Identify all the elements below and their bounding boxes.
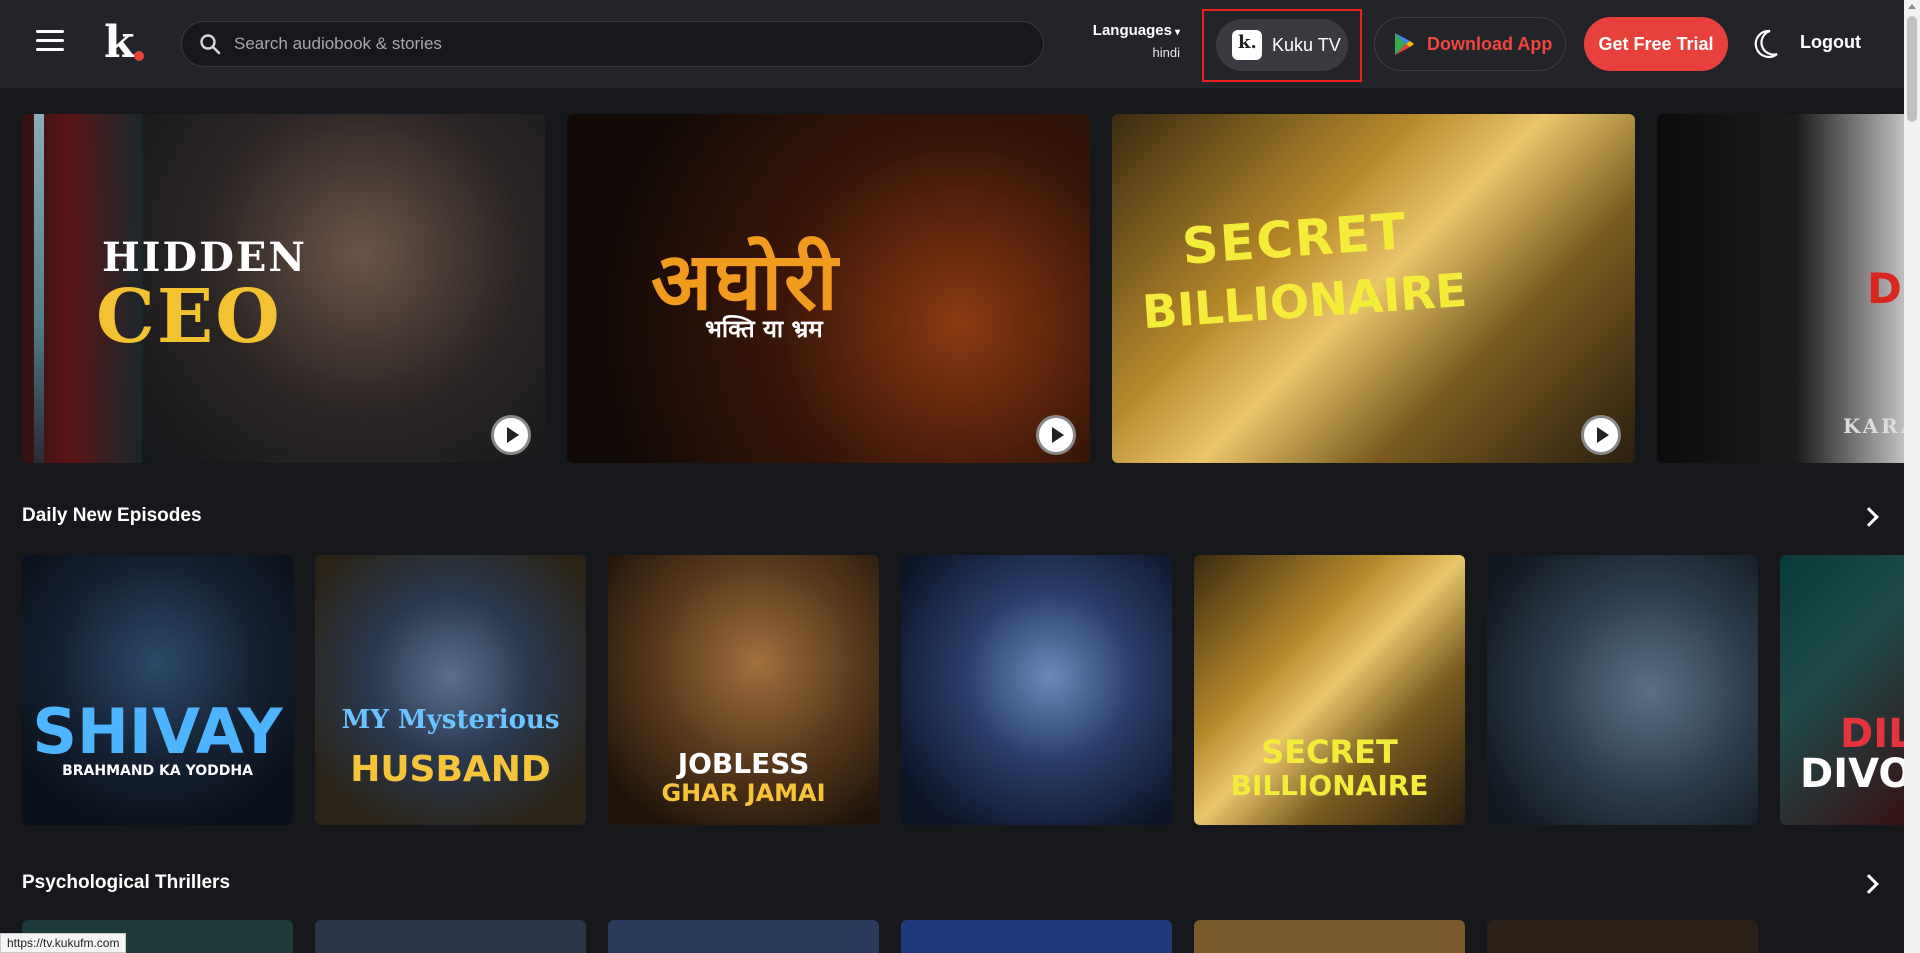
kuku-tv-icon xyxy=(1232,30,1262,60)
banner-carousel: HIDDEN CEO अघोरी भक्ति या भ्रम SECRET BI… xyxy=(22,114,1920,463)
logout-button[interactable]: Logout xyxy=(1800,32,1861,53)
language-selector[interactable]: Languages ▾ hindi xyxy=(1084,22,1180,60)
episode-card[interactable] xyxy=(1487,555,1758,825)
episode-title: SHIVAY xyxy=(32,695,283,768)
languages-label: Languages xyxy=(1092,22,1172,39)
search-bar[interactable] xyxy=(181,21,1044,67)
status-bar-url: https://tv.kukufm.com xyxy=(0,933,127,953)
kukufm-logo[interactable]: k xyxy=(104,20,144,66)
dark-mode-moon-icon[interactable] xyxy=(1752,28,1780,60)
story-card[interactable] xyxy=(315,920,586,953)
psychological-thrillers-row xyxy=(22,920,1758,953)
chevron-right-icon[interactable] xyxy=(1859,507,1879,527)
top-navbar: k Languages▾ hindi Kuku TV xyxy=(0,0,1904,88)
page: k Languages▾ hindi Kuku TV xyxy=(0,0,1920,953)
kuku-tv-label: Kuku TV xyxy=(1272,34,1341,55)
hamburger-menu-icon[interactable] xyxy=(36,30,64,54)
episode-card[interactable]: MY Mysterious HUSBAND xyxy=(315,555,586,825)
page-scrollbar[interactable] xyxy=(1904,0,1920,953)
chevron-right-icon[interactable] xyxy=(1859,874,1879,894)
story-card[interactable] xyxy=(1487,920,1758,953)
episode-subtitle: HUSBAND xyxy=(350,749,551,790)
search-icon xyxy=(200,34,221,55)
caret-down-icon: ▾ xyxy=(1174,27,1180,38)
language-value: hindi xyxy=(1152,45,1180,60)
section-title-psychological-thrillers: Psychological Thrillers xyxy=(22,872,231,893)
banner-title: SECRET xyxy=(1180,202,1410,276)
episode-card[interactable] xyxy=(901,555,1172,825)
play-icon[interactable] xyxy=(1036,415,1076,455)
banner-card[interactable]: अघोरी भक्ति या भ्रम xyxy=(567,114,1090,463)
story-card[interactable] xyxy=(901,920,1172,953)
download-app-label: Download App xyxy=(1427,33,1553,54)
get-free-trial-button[interactable]: Get Free Trial xyxy=(1584,17,1728,71)
episode-card[interactable]: SHIVAY BRAHMAND KA YODDHA xyxy=(22,555,293,825)
episode-subtitle: BRAHMAND KA YODDHA xyxy=(62,763,253,779)
episode-card[interactable]: DIL DIVO xyxy=(1780,555,1920,825)
episode-subtitle: BILLIONAIRE xyxy=(1230,769,1429,802)
scrollbar-thumb[interactable] xyxy=(1907,16,1917,122)
banner-card[interactable]: HIDDEN CEO xyxy=(22,114,545,463)
episode-subtitle: GHAR JAMAI xyxy=(661,779,826,807)
scroll-up-arrow-icon[interactable] xyxy=(1908,4,1916,9)
episode-title: SECRET xyxy=(1261,733,1398,771)
kuku-tv-highlight: Kuku TV xyxy=(1202,9,1362,82)
section-title-daily-new-episodes: Daily New Episodes xyxy=(22,505,202,526)
story-card[interactable] xyxy=(608,920,879,953)
episode-card[interactable]: JOBLESS GHAR JAMAI xyxy=(608,555,879,825)
episode-card[interactable]: SECRET BILLIONAIRE xyxy=(1194,555,1465,825)
play-icon[interactable] xyxy=(1581,415,1621,455)
episode-title: MY Mysterious xyxy=(341,705,560,735)
story-card[interactable] xyxy=(1194,920,1465,953)
daily-episodes-row: SHIVAY BRAHMAND KA YODDHA MY Mysterious … xyxy=(22,555,1920,825)
episode-subtitle: DIVO xyxy=(1800,751,1913,797)
play-icon[interactable] xyxy=(491,415,531,455)
download-app-button[interactable]: Download App xyxy=(1374,17,1566,71)
banner-card[interactable]: DEV KARA xyxy=(1657,114,1920,463)
banner-subtitle: भक्ति या भ्रम xyxy=(705,315,823,343)
play-store-icon xyxy=(1395,33,1414,55)
search-input[interactable] xyxy=(234,34,1014,54)
episode-title: JOBLESS xyxy=(677,747,810,780)
banner-card[interactable]: SECRET BILLIONAIRE xyxy=(1112,114,1635,463)
banner-subtitle: CEO xyxy=(96,274,282,360)
kuku-tv-button[interactable]: Kuku TV xyxy=(1216,19,1348,71)
